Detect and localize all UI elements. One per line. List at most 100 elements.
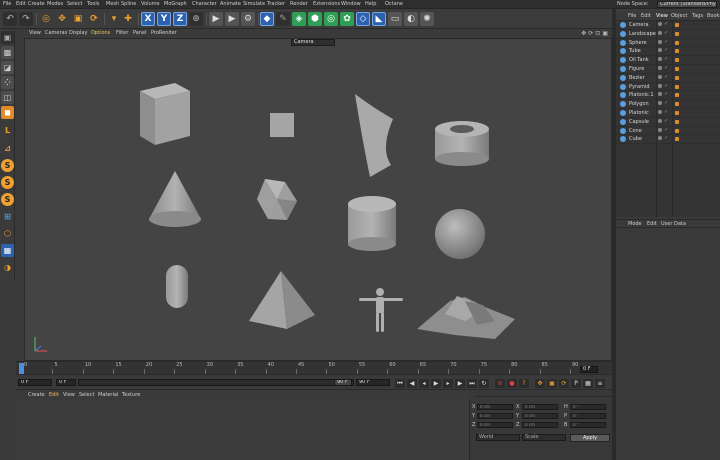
object-name[interactable]: Figure <box>629 66 644 72</box>
rot-x-field[interactable]: 0 cm <box>522 404 558 410</box>
material-manager-area[interactable] <box>16 400 470 460</box>
key-rotation-icon[interactable]: ⟳ <box>559 379 569 388</box>
object-tag-icon[interactable] <box>675 102 679 107</box>
viewport-menu-filter[interactable]: Filter <box>116 30 128 36</box>
rotate-icon[interactable]: ⟳ <box>87 12 101 26</box>
editor-visibility-dot[interactable] <box>658 57 662 62</box>
visibility-flags[interactable]: ✓ <box>658 110 672 116</box>
deformer-icon[interactable]: ◇ <box>356 12 370 26</box>
axis-x-button[interactable]: X <box>141 12 155 26</box>
material-menu-select[interactable]: Select <box>79 392 94 398</box>
object-row[interactable]: Cone ✓ <box>616 127 720 136</box>
menu-item-window[interactable]: Window <box>341 1 361 7</box>
object-tag-icon[interactable] <box>675 23 679 27</box>
object-tag-icon[interactable] <box>675 128 679 133</box>
pos-y-field[interactable]: 0 cm <box>477 413 513 419</box>
attributes-menu-edit[interactable]: Edit <box>647 221 657 227</box>
pyramid-object[interactable] <box>249 271 315 329</box>
check-icon[interactable]: ✓ <box>664 127 668 132</box>
menu-item-spline[interactable]: Spline <box>121 1 136 7</box>
object-tag-icon[interactable] <box>675 137 679 142</box>
check-icon[interactable]: ✓ <box>664 39 668 44</box>
loop-icon[interactable]: ↻ <box>479 379 489 388</box>
live-selection-icon[interactable]: ◎ <box>39 12 53 26</box>
viewport-menu-cameras[interactable]: Cameras <box>45 30 67 36</box>
object-row[interactable]: Polygon ✓ <box>616 100 720 109</box>
menu-item-mesh[interactable]: Mesh <box>106 1 119 7</box>
pen-spline-icon[interactable]: ✎ <box>276 12 290 26</box>
3d-viewport[interactable]: Camera <box>24 38 612 361</box>
subdivision-icon[interactable]: ⬢ <box>308 12 322 26</box>
scale-icon[interactable]: ▣ <box>71 12 85 26</box>
next-key-icon[interactable]: ▶ <box>455 379 465 388</box>
viewport-navigation-icons[interactable]: ✥⟳⊡▣ <box>581 30 610 37</box>
rot-y-field[interactable]: 0 cm <box>522 413 558 419</box>
viewport-menu-panel[interactable]: Panel <box>133 30 147 36</box>
check-icon[interactable]: ✓ <box>664 136 668 141</box>
menu-item-edit[interactable]: Edit <box>16 1 26 7</box>
quantize-icon[interactable]: S <box>1 193 14 206</box>
timeline-menu-icon[interactable]: ≡ <box>595 379 605 388</box>
cube-object[interactable] <box>140 83 190 145</box>
redo-icon[interactable]: ↷ <box>19 12 33 26</box>
editor-visibility-dot[interactable] <box>658 83 662 88</box>
timeline-end-frame[interactable]: 0 F <box>580 366 598 373</box>
object-row[interactable]: Figure ✓ <box>616 65 720 74</box>
visibility-flags[interactable]: ✓ <box>658 57 672 63</box>
generators-icon[interactable]: ◈ <box>292 12 306 26</box>
object-name[interactable]: Camera <box>629 22 649 28</box>
attributes-menu-user-data[interactable]: User Data <box>661 221 686 227</box>
apply-button[interactable]: Apply <box>570 434 610 442</box>
light-object-icon[interactable]: ✺ <box>420 12 434 26</box>
check-icon[interactable]: ✓ <box>664 83 668 88</box>
object-menu-file[interactable]: File <box>628 13 636 19</box>
snap-icon[interactable]: S <box>1 159 14 172</box>
object-tag-icon[interactable] <box>675 75 679 80</box>
tweak-icon[interactable]: ⊿ <box>1 142 14 155</box>
object-name[interactable]: Sphere <box>629 40 647 46</box>
mograph-icon[interactable]: ✿ <box>340 12 354 26</box>
check-icon[interactable]: ✓ <box>664 48 668 53</box>
platonic-object[interactable] <box>257 179 297 220</box>
viewport-menu-view[interactable]: View <box>29 30 41 36</box>
visibility-flags[interactable]: ✓ <box>658 30 672 37</box>
next-frame-icon[interactable]: ▸ <box>443 379 453 388</box>
menu-item-create[interactable]: Create <box>28 1 45 7</box>
menu-item-mograph[interactable]: MoGraph <box>164 1 187 7</box>
editor-visibility-dot[interactable] <box>658 48 662 53</box>
menu-item-simulate[interactable]: Simulate <box>243 1 265 7</box>
object-tag-icon[interactable] <box>675 84 679 89</box>
object-row[interactable]: Capsule ✓ <box>616 118 720 127</box>
end-frame-field-b[interactable]: 90 F <box>356 379 390 386</box>
render-settings-icon[interactable]: ⚙ <box>241 12 255 26</box>
visibility-flags[interactable]: ✓ <box>658 39 672 46</box>
key-position-icon[interactable]: ✥ <box>535 379 545 388</box>
rot-p-field[interactable]: 0 ° <box>570 413 606 419</box>
object-name[interactable]: Landscape <box>629 31 656 37</box>
edges-mode-icon[interactable]: ◫ <box>1 91 14 104</box>
go-to-start-icon[interactable]: ⏮ <box>395 379 405 388</box>
record-keys-icon[interactable]: ⊘ <box>495 379 505 388</box>
model-mode-icon[interactable]: ◪ <box>1 61 14 74</box>
axis-z-button[interactable]: Z <box>173 12 187 26</box>
go-to-end-icon[interactable]: ⏭ <box>467 379 477 388</box>
object-name[interactable]: Capsule <box>629 119 649 125</box>
object-row[interactable]: Oil Tank ✓ <box>616 56 720 65</box>
editor-visibility-dot[interactable] <box>658 92 662 97</box>
key-parameter-icon[interactable]: P <box>571 379 581 388</box>
locked-workplane-icon[interactable]: ⬡ <box>1 227 14 240</box>
check-icon[interactable]: ✓ <box>664 57 668 62</box>
timeline-ruler[interactable]: 0 F 0 5 10 15 20 25 30 35 40 45 50 55 60 65 70 75 80 85 90 <box>16 361 612 374</box>
viewport-menu-prorender[interactable]: ProRender <box>151 30 177 36</box>
menu-item-modes[interactable]: Modes <box>47 1 63 7</box>
visibility-flags[interactable]: ✓ <box>658 92 672 98</box>
object-row[interactable]: Landscape ✓ <box>616 30 720 39</box>
visibility-flags[interactable]: ✓ <box>658 66 672 72</box>
recent-tools-icon[interactable]: ▾ <box>107 12 121 26</box>
active-camera-label[interactable]: Camera <box>291 39 335 46</box>
rot-b-field[interactable]: 0 ° <box>570 422 606 428</box>
editor-visibility-dot[interactable] <box>658 127 662 132</box>
layout-select[interactable]: Current (Standard/Physical) <box>657 1 717 8</box>
keyframe-selection-icon[interactable]: ? <box>519 379 529 388</box>
object-row[interactable]: Camera ✓ <box>616 21 720 30</box>
